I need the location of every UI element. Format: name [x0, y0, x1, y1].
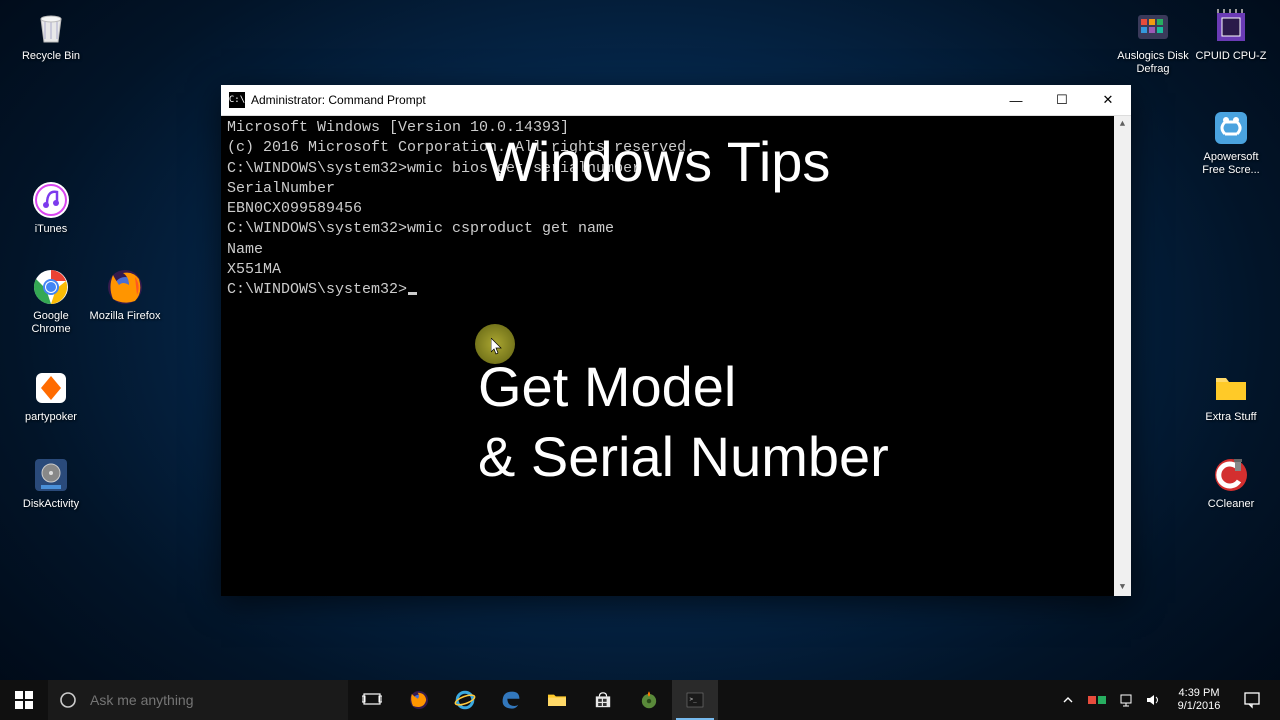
window-titlebar[interactable]: C:\ Administrator: Command Prompt — ☐ ✕ — [221, 85, 1131, 116]
desktop-icon-label: Mozilla Firefox — [90, 310, 161, 323]
desktop-icon-label: Google Chrome — [14, 310, 88, 336]
taskbar-apps: >_ — [396, 680, 718, 720]
itunes-icon — [31, 180, 71, 220]
desktop-icon-auslogics[interactable]: Auslogics Disk Defrag — [1116, 7, 1190, 76]
notifications-icon — [1243, 691, 1261, 709]
task-view-icon — [362, 692, 382, 708]
desktop-icon-ccleaner[interactable]: CCleaner — [1194, 455, 1268, 511]
taskbar-firefox[interactable] — [396, 680, 442, 720]
folder-icon — [1211, 368, 1251, 408]
scroll-down-button[interactable]: ▼ — [1114, 579, 1131, 596]
search-box[interactable] — [48, 680, 348, 720]
ccleaner-icon — [1211, 455, 1251, 495]
terminal-line: EBN0CX099589456 — [227, 199, 1125, 219]
task-view-button[interactable] — [348, 680, 396, 720]
taskbar: >_ 4:39 PM 9/1/2016 — [0, 680, 1280, 720]
tray-clock[interactable]: 4:39 PM 9/1/2016 — [1166, 680, 1232, 720]
desktop-icon-label: CPUID CPU-Z — [1196, 50, 1267, 63]
terminal-line: Name — [227, 240, 1125, 260]
firefox-icon — [105, 267, 145, 307]
desktop-icon-label: partypoker — [25, 411, 77, 424]
auslogics-icon — [1133, 7, 1173, 47]
overlay-subtitle-2: & Serial Number — [478, 425, 889, 489]
desktop-icon-label: Extra Stuff — [1205, 411, 1256, 424]
terminal-line: C:\WINDOWS\system32>wmic csproduct get n… — [227, 219, 1125, 239]
tray-network-icon[interactable] — [1114, 680, 1140, 720]
scrollbar[interactable] — [1114, 116, 1131, 596]
desktop-icon-partypoker[interactable]: partypoker — [14, 368, 88, 424]
partypoker-icon — [31, 368, 71, 408]
minimize-button[interactable]: — — [993, 85, 1039, 115]
chevron-up-icon — [1063, 695, 1073, 705]
cpuz-icon — [1211, 7, 1251, 47]
volume-icon — [1145, 692, 1161, 708]
desktop-icon-apowersoft[interactable]: Apowersoft Free Scre... — [1194, 108, 1268, 177]
apowersoft-icon — [1211, 108, 1251, 148]
taskbar-cmd[interactable]: >_ — [672, 680, 718, 720]
desktop-icon-label: DiskActivity — [23, 498, 79, 511]
desktop-icon-label: Auslogics Disk Defrag — [1116, 50, 1190, 76]
tray-status-icon[interactable] — [1080, 680, 1114, 720]
recycle-bin-icon — [31, 7, 71, 47]
terminal-prompt: C:\WINDOWS\system32> — [227, 280, 1125, 300]
diskactivity-icon — [31, 455, 71, 495]
scroll-up-button[interactable]: ▲ — [1114, 116, 1131, 133]
desktop-icon-diskactivity[interactable]: DiskActivity — [14, 455, 88, 511]
maximize-button[interactable]: ☐ — [1039, 85, 1085, 115]
desktop-icon-label: iTunes — [35, 223, 68, 236]
taskbar-burn[interactable] — [626, 680, 672, 720]
mouse-cursor-icon — [491, 338, 503, 356]
search-input[interactable] — [88, 691, 348, 709]
cortana-icon — [48, 691, 88, 709]
cursor-icon — [408, 292, 417, 295]
taskbar-store[interactable] — [580, 680, 626, 720]
desktop-icon-firefox[interactable]: Mozilla Firefox — [88, 267, 162, 323]
close-button[interactable]: ✕ — [1085, 85, 1131, 115]
desktop-icon-cpuz[interactable]: CPUID CPU-Z — [1194, 7, 1268, 63]
svg-text:>_: >_ — [690, 696, 698, 703]
overlay-title: Windows Tips — [485, 130, 830, 194]
chrome-icon — [31, 267, 71, 307]
desktop-icon-recycle-bin[interactable]: Recycle Bin — [14, 7, 88, 63]
desktop-icon-itunes[interactable]: iTunes — [14, 180, 88, 236]
tray-notifications-button[interactable] — [1232, 680, 1272, 720]
windows-icon — [15, 691, 33, 709]
tray-time: 4:39 PM — [1179, 687, 1220, 700]
tray-date: 9/1/2016 — [1178, 700, 1221, 713]
desktop-icon-label: Recycle Bin — [22, 50, 80, 63]
terminal-line: X551MA — [227, 260, 1125, 280]
window-title: Administrator: Command Prompt — [251, 93, 993, 107]
taskbar-ie[interactable] — [442, 680, 488, 720]
taskbar-explorer[interactable] — [534, 680, 580, 720]
overlay-subtitle-1: Get Model — [478, 355, 736, 419]
start-button[interactable] — [0, 680, 48, 720]
tray-volume-icon[interactable] — [1140, 680, 1166, 720]
tray-overflow-button[interactable] — [1056, 680, 1080, 720]
show-desktop-button[interactable] — [1272, 680, 1278, 720]
desktop-icon-label: CCleaner — [1208, 498, 1254, 511]
network-icon — [1119, 692, 1135, 708]
desktop-icon-label: Apowersoft Free Scre... — [1194, 151, 1268, 177]
taskbar-edge[interactable] — [488, 680, 534, 720]
desktop-icon-chrome[interactable]: Google Chrome — [14, 267, 88, 336]
desktop-icon-extra-stuff[interactable]: Extra Stuff — [1194, 368, 1268, 424]
cmd-icon: C:\ — [229, 92, 245, 108]
system-tray: 4:39 PM 9/1/2016 — [1056, 680, 1280, 720]
